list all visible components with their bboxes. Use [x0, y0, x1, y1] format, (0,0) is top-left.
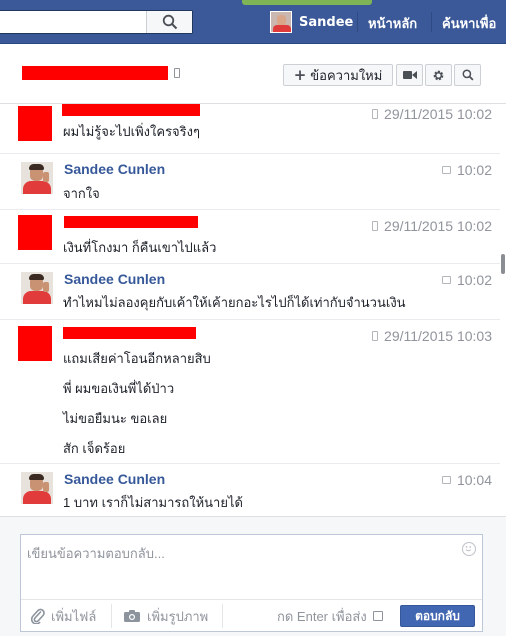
message-timestamp: 29/11/2015 10:02	[372, 106, 492, 122]
toolbar-divider	[222, 604, 223, 628]
redacted-sender-name	[62, 104, 200, 116]
avatar	[270, 11, 292, 33]
attach-file-label: เพิ่มไฟล์	[51, 608, 97, 624]
nav-home-link[interactable]: หน้าหลัก	[368, 13, 417, 34]
message-text: แถมเสียค่าโอนอีกหลายสิบ	[63, 351, 211, 366]
message-timestamp: 10:04	[441, 472, 492, 488]
sender-name[interactable]: Sandee Cunlen	[64, 271, 165, 287]
chat-icon	[441, 476, 451, 484]
conversation-header: + ข้อความใหม่	[0, 44, 506, 104]
message-text: ทำไหมไม่ลองคุยกับเค้าให้เค้ายกอะไรไปก็ได…	[63, 295, 406, 310]
enter-to-send-label: กด Enter เพื่อส่ง	[277, 608, 367, 624]
message-group: Sandee Cunlen 10:02 ทำไหมไม่ลองคุยกับเค้…	[0, 264, 500, 320]
nav-divider	[357, 12, 358, 32]
enter-to-send-toggle[interactable]: กด Enter เพื่อส่ง	[277, 600, 383, 632]
nav-divider	[431, 12, 432, 32]
plus-icon: +	[293, 66, 307, 84]
search-button[interactable]	[146, 11, 192, 33]
sender-name[interactable]: Sandee Cunlen	[64, 161, 165, 177]
message-text: ไม่ขอยืมนะ ขอเลย	[63, 411, 168, 426]
composer-box: เพิ่มไฟล์ เพิ่มรูปภาพ กด Enter เพื่อส่ง …	[20, 534, 483, 632]
mobile-icon	[372, 331, 379, 341]
video-camera-icon	[402, 71, 417, 79]
emoji-icon[interactable]	[462, 542, 476, 556]
new-message-label: ข้อความใหม่	[310, 67, 383, 83]
top-navigation-bar: Sandee หน้าหลัก ค้นหาเพื่อ	[0, 0, 506, 44]
search-icon	[462, 69, 474, 81]
redacted-sender-name	[64, 216, 198, 228]
video-call-button[interactable]	[396, 64, 423, 86]
message-scrollbar[interactable]	[500, 104, 506, 516]
redacted-sender-name	[63, 327, 196, 339]
message-timestamp: 29/11/2015 10:03	[372, 328, 492, 344]
message-group: Sandee Cunlen 10:02 จากใจ	[0, 154, 500, 210]
mobile-icon	[372, 221, 379, 231]
profile-link[interactable]: Sandee	[270, 11, 353, 33]
reply-composer: เพิ่มไฟล์ เพิ่มรูปภาพ กด Enter เพื่อส่ง …	[0, 516, 506, 636]
mobile-icon	[174, 68, 180, 78]
redacted-avatar	[18, 326, 52, 361]
search-conversation-button[interactable]	[454, 64, 481, 86]
redacted-avatar	[18, 106, 52, 141]
message-text: เงินที่โกงมา ก็คืนเขาไปแล้ว	[63, 240, 217, 255]
message-group: 29/11/2015 10:02 เงินที่โกงมา ก็คืนเขาไป…	[0, 210, 500, 264]
nav-find-friends-link[interactable]: ค้นหาเพื่อ	[442, 13, 496, 34]
message-text: จากใจ	[63, 186, 100, 201]
message-timestamp: 10:02	[441, 162, 492, 178]
search-icon	[162, 14, 177, 30]
message-text: พี่ ผมขอเงินพี่ได้ป่าว	[63, 381, 175, 396]
message-text: 1 บาท เราก็ไม่สามารถให้นายได้	[63, 495, 243, 510]
redacted-contact-name	[22, 66, 168, 80]
avatar[interactable]	[21, 162, 53, 194]
paperclip-icon	[31, 608, 45, 624]
scrollbar-thumb[interactable]	[501, 254, 505, 274]
avatar[interactable]	[21, 472, 53, 504]
message-group: 29/11/2015 10:02 ผมไม่รู้จะไปเพิ่งใครจริ…	[0, 104, 500, 154]
message-timestamp: 10:02	[441, 272, 492, 288]
gear-icon	[433, 70, 444, 80]
message-text: สัก เจ็ดร้อย	[63, 441, 126, 456]
mobile-icon	[372, 109, 379, 119]
search-input[interactable]	[0, 10, 193, 34]
redacted-avatar	[18, 215, 52, 250]
reply-input[interactable]	[21, 535, 482, 599]
camera-icon	[124, 610, 140, 622]
message-timestamp: 29/11/2015 10:02	[372, 218, 492, 234]
chat-icon	[441, 166, 451, 174]
add-photo-label: เพิ่มรูปภาพ	[147, 608, 209, 624]
composer-toolbar: เพิ่มไฟล์ เพิ่มรูปภาพ กด Enter เพื่อส่ง …	[21, 599, 482, 631]
chat-icon	[441, 276, 451, 284]
message-text: ผมไม่รู้จะไปเพิ่งใครจริงๆ	[63, 124, 200, 139]
sender-name[interactable]: Sandee Cunlen	[64, 471, 165, 487]
reply-button[interactable]: ตอบกลับ	[400, 605, 475, 627]
attach-file-button[interactable]: เพิ่มไฟล์	[31, 600, 96, 632]
top-accent-strip	[242, 0, 372, 5]
enter-to-send-checkbox[interactable]	[372, 611, 383, 621]
toolbar-divider	[111, 604, 112, 628]
profile-name: Sandee	[299, 14, 354, 30]
settings-button[interactable]	[425, 64, 452, 86]
add-photo-button[interactable]: เพิ่มรูปภาพ	[123, 600, 208, 632]
avatar[interactable]	[21, 272, 53, 304]
message-group: Sandee Cunlen 10:04 1 บาท เราก็ไม่สามารถ…	[0, 464, 500, 516]
message-group: 29/11/2015 10:03 แถมเสียค่าโอนอีกหลายสิบ…	[0, 320, 500, 464]
new-message-button[interactable]: + ข้อความใหม่	[283, 64, 393, 86]
message-thread[interactable]: 29/11/2015 10:02 ผมไม่รู้จะไปเพิ่งใครจริ…	[0, 104, 500, 516]
